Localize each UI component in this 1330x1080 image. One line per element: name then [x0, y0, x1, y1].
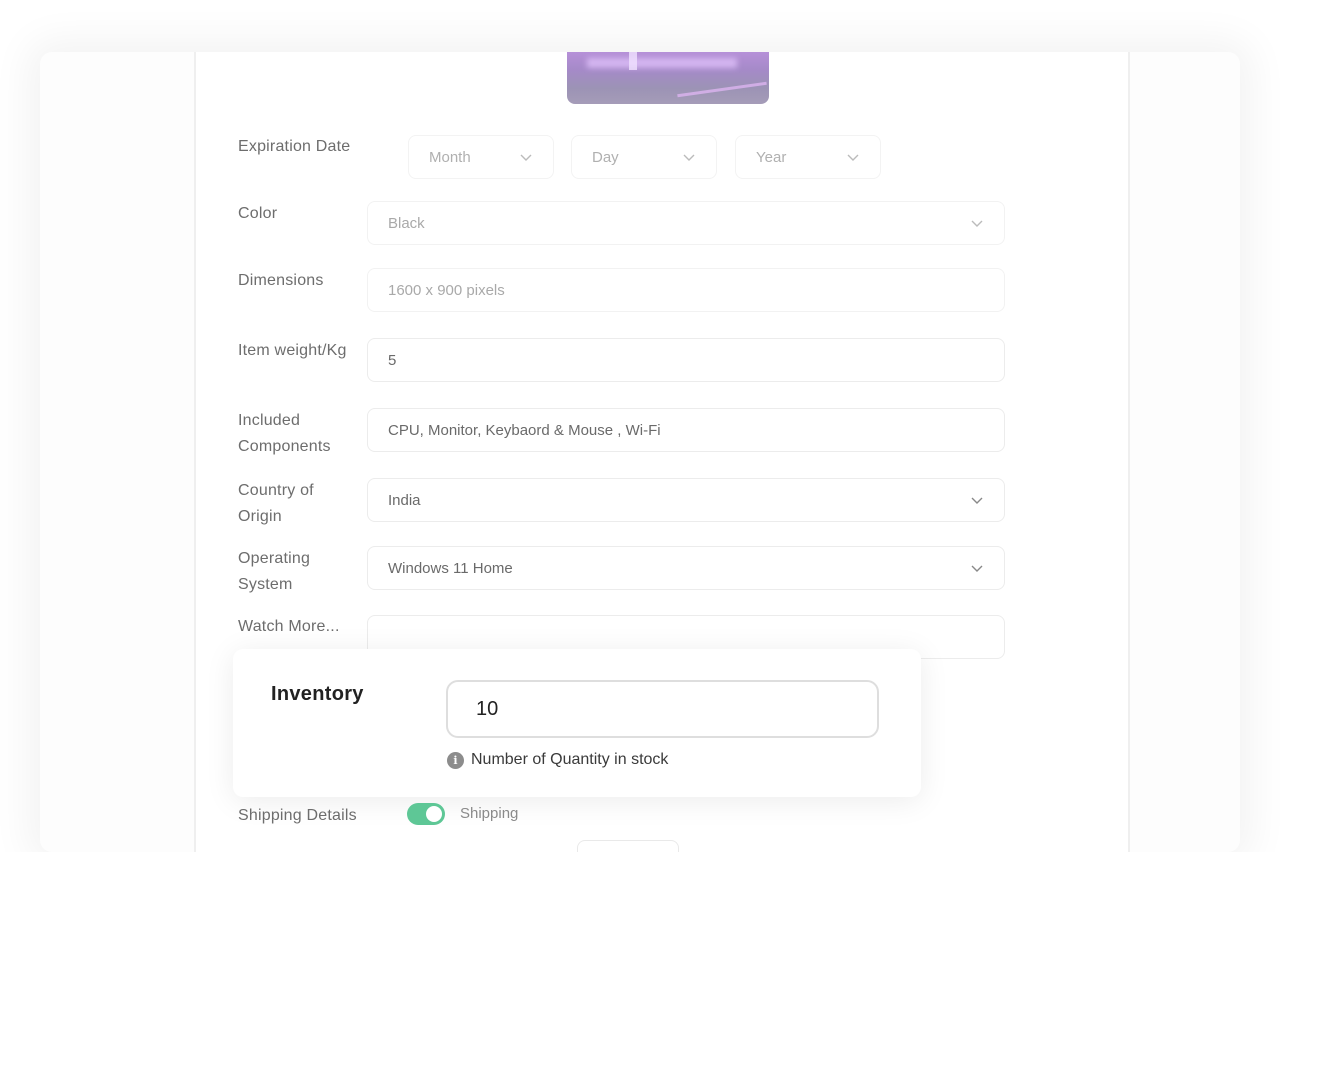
product-image	[567, 52, 769, 104]
included-components-value: CPU, Monitor, Keybaord & Mouse , Wi-Fi	[388, 421, 661, 439]
inventory-card: Inventory 10 i Number of Quantity in sto…	[233, 649, 921, 797]
chevron-down-icon	[519, 150, 533, 164]
expiration-date-label: Expiration Date	[238, 138, 351, 155]
year-value: Year	[756, 148, 787, 166]
chevron-down-icon	[970, 216, 984, 230]
included-components-label: Included Components	[238, 412, 331, 455]
day-value: Day	[592, 148, 619, 166]
dimensions-label: Dimensions	[238, 272, 324, 289]
operating-system-select[interactable]: Windows 11 Home	[367, 546, 1005, 590]
month-value: Month	[429, 148, 471, 166]
dimensions-input[interactable]: 1600 x 900 pixels	[367, 268, 1005, 312]
color-select[interactable]: Black	[367, 201, 1005, 245]
shipping-toggle[interactable]	[407, 803, 445, 825]
item-weight-label: Item weight/Kg	[238, 342, 347, 359]
color-label: Color	[238, 205, 278, 222]
info-icon: i	[447, 751, 464, 769]
item-weight-value: 5	[388, 351, 397, 369]
color-value: Black	[388, 214, 425, 232]
page-background	[0, 852, 1330, 1080]
dimensions-placeholder: 1600 x 900 pixels	[388, 281, 505, 299]
country-of-origin-label: Country of Origin	[238, 482, 314, 525]
country-of-origin-select[interactable]: India	[367, 478, 1005, 522]
operating-system-label: Operating System	[238, 550, 311, 593]
toggle-knob	[426, 806, 442, 822]
inventory-help-text: Number of Quantity in stock	[471, 751, 669, 768]
inventory-input[interactable]: 10	[446, 680, 879, 738]
watch-more-label[interactable]: Watch More...	[238, 614, 368, 640]
chevron-down-icon	[970, 493, 984, 507]
chevron-down-icon	[682, 150, 696, 164]
inventory-help: i Number of Quantity in stock	[447, 751, 668, 769]
inventory-label: Inventory	[271, 683, 364, 705]
included-components-input[interactable]: CPU, Monitor, Keybaord & Mouse , Wi-Fi	[367, 408, 1005, 452]
item-weight-input[interactable]: 5	[367, 338, 1005, 382]
inventory-value: 10	[476, 697, 499, 720]
year-select[interactable]: Year	[735, 135, 881, 179]
shipping-toggle-label: Shipping	[460, 805, 519, 822]
month-select[interactable]: Month	[408, 135, 554, 179]
country-of-origin-value: India	[388, 491, 421, 509]
chevron-down-icon	[970, 561, 984, 575]
shipping-details-label: Shipping Details	[238, 807, 357, 824]
chevron-down-icon	[846, 150, 860, 164]
day-select[interactable]: Day	[571, 135, 717, 179]
operating-system-value: Windows 11 Home	[388, 559, 513, 577]
